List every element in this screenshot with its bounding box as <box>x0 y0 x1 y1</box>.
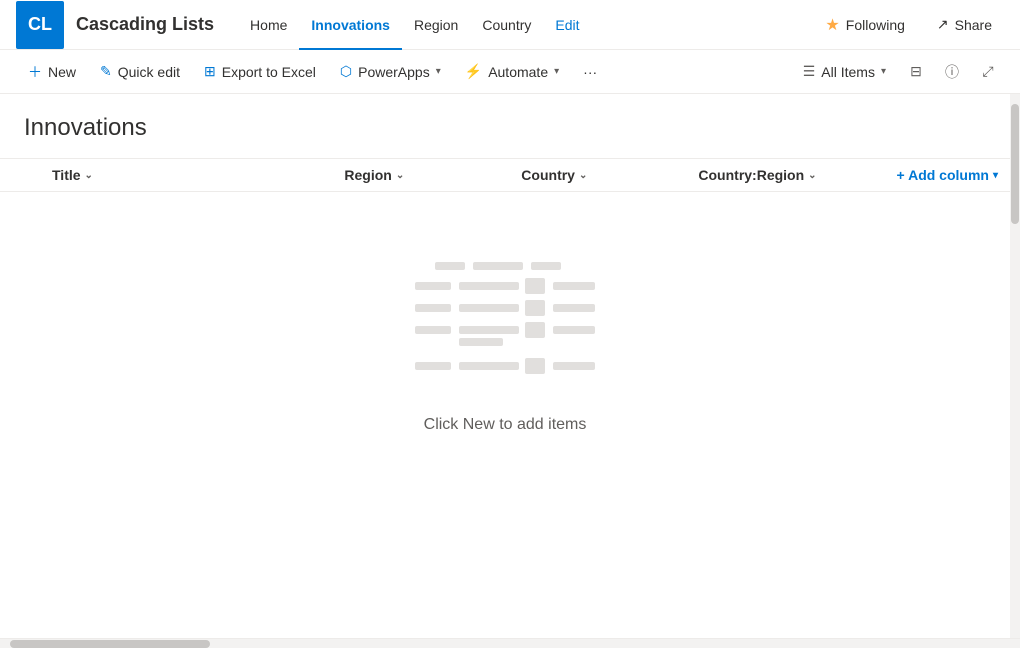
horizontal-scrollbar-thumb[interactable] <box>10 640 210 648</box>
col-header-add[interactable]: + Add column ▾ <box>885 159 1010 192</box>
expand-icon: ⤢ <box>982 63 993 80</box>
header-actions: ★ Following ↗ Share <box>813 9 1004 41</box>
quick-edit-button[interactable]: ✎ Quick edit <box>88 50 192 94</box>
nav-item-edit[interactable]: Edit <box>543 0 591 50</box>
more-button[interactable]: ··· <box>571 50 609 94</box>
empty-state-message: Click New to add items <box>424 416 587 434</box>
add-column-label: + Add column <box>897 167 989 183</box>
app-logo: CL <box>16 1 64 49</box>
all-items-label: All Items <box>821 64 875 80</box>
country-region-sort-icon: ⌄ <box>808 170 816 181</box>
empty-state: Click New to add items <box>0 192 1010 494</box>
filter-icon: ⊟ <box>910 63 922 80</box>
info-icon: ⓘ <box>945 62 959 82</box>
edit-icon: ✎ <box>100 63 112 80</box>
automate-icon: ⚡ <box>465 63 482 80</box>
share-label: Share <box>955 17 992 33</box>
nav-item-home[interactable]: Home <box>238 0 299 50</box>
all-items-chevron-icon: ▾ <box>881 66 886 77</box>
share-button[interactable]: ↗ Share <box>925 10 1004 39</box>
col-header-region[interactable]: Region ⌄ <box>332 159 509 192</box>
nav-item-country[interactable]: Country <box>470 0 543 50</box>
toolbar: ＋ New ✎ Quick edit ⊞ Export to Excel ⬡ P… <box>0 50 1020 94</box>
nav-item-innovations[interactable]: Innovations <box>299 0 402 50</box>
share-icon: ↗ <box>937 16 949 33</box>
region-sort-icon: ⌄ <box>396 170 404 181</box>
title-sort-icon: ⌄ <box>85 170 93 181</box>
automate-chevron-icon: ▾ <box>554 66 559 77</box>
vertical-scrollbar[interactable] <box>1010 94 1020 638</box>
new-icon: ＋ <box>28 62 42 82</box>
view-lines-icon: ☰ <box>803 63 816 80</box>
app-header: CL Cascading Lists Home Innovations Regi… <box>0 0 1020 50</box>
export-icon: ⊞ <box>204 63 216 80</box>
add-column-chevron-icon: ▾ <box>993 170 998 181</box>
col-header-title[interactable]: Title ⌄ <box>0 159 332 192</box>
add-column-button[interactable]: + Add column ▾ <box>897 167 998 183</box>
star-icon: ★ <box>825 15 839 35</box>
powerapps-icon: ⬡ <box>340 63 352 80</box>
quick-edit-label: Quick edit <box>118 64 180 80</box>
new-label: New <box>48 64 76 80</box>
powerapps-label: PowerApps <box>358 64 430 80</box>
header-nav: Home Innovations Region Country Edit <box>238 0 813 50</box>
all-items-button[interactable]: ☰ All Items ▾ <box>793 50 896 94</box>
following-label: Following <box>846 17 905 33</box>
info-button[interactable]: ⓘ <box>936 56 968 88</box>
export-button[interactable]: ⊞ Export to Excel <box>192 50 328 94</box>
empty-illustration <box>405 252 605 392</box>
page-title: Innovations <box>0 94 1010 158</box>
table-header-row: Title ⌄ Region ⌄ Country ⌄ <box>0 159 1010 192</box>
export-label: Export to Excel <box>222 64 316 80</box>
content-area: Innovations Title ⌄ Region ⌄ <box>0 94 1010 638</box>
automate-button[interactable]: ⚡ Automate ▾ <box>453 50 571 94</box>
following-button[interactable]: ★ Following <box>813 9 916 41</box>
country-sort-icon: ⌄ <box>579 170 587 181</box>
col-header-country-region[interactable]: Country:Region ⌄ <box>686 159 884 192</box>
logo-initials: CL <box>28 14 52 35</box>
powerapps-button[interactable]: ⬡ PowerApps ▾ <box>328 50 453 94</box>
vertical-scrollbar-thumb[interactable] <box>1011 104 1019 224</box>
nav-item-region[interactable]: Region <box>402 0 470 50</box>
more-label: ··· <box>583 64 597 80</box>
automate-label: Automate <box>488 64 548 80</box>
main-container: Innovations Title ⌄ Region ⌄ <box>0 94 1020 638</box>
app-title: Cascading Lists <box>76 14 214 35</box>
filter-button[interactable]: ⊟ <box>900 56 932 88</box>
list-table: Title ⌄ Region ⌄ Country ⌄ <box>0 158 1010 494</box>
toolbar-right: ☰ All Items ▾ ⊟ ⓘ ⤢ <box>793 50 1004 94</box>
powerapps-chevron-icon: ▾ <box>436 66 441 77</box>
col-header-country[interactable]: Country ⌄ <box>509 159 686 192</box>
horizontal-scrollbar[interactable] <box>0 638 1020 648</box>
new-button[interactable]: ＋ New <box>16 50 88 94</box>
expand-button[interactable]: ⤢ <box>972 56 1004 88</box>
